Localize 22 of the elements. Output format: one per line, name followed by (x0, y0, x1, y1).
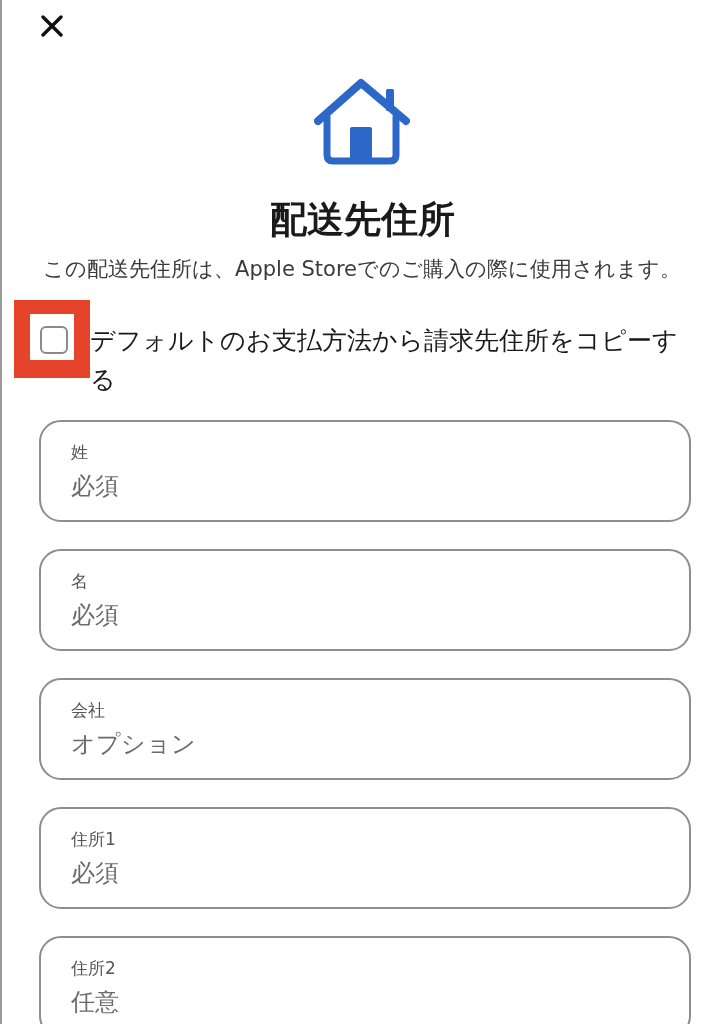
text-field[interactable]: 名 必須 (39, 549, 691, 651)
field-input[interactable]: 必須 (71, 470, 659, 502)
text-field[interactable]: 住所2 任意 (39, 936, 691, 1024)
field-label: 住所2 (71, 957, 116, 979)
field-input[interactable]: 必須 (71, 599, 659, 631)
checkbox-label: デフォルトのお支払方法から請求先住所をコピーする (90, 325, 679, 396)
text-field[interactable]: 住所1 必須 (39, 807, 691, 909)
description-text: この配送先住所は、Apple Storeでのご購入の際に使用されます。 (43, 256, 681, 283)
field-input[interactable]: 任意 (71, 986, 659, 1018)
close-button[interactable] (39, 13, 65, 39)
close-icon (41, 15, 63, 37)
field-input[interactable]: 必須 (71, 857, 659, 889)
house-icon (314, 77, 410, 167)
field-input[interactable]: オプション (71, 728, 659, 760)
text-field[interactable]: 姓 必須 (39, 420, 691, 522)
field-label: 会社 (71, 699, 105, 721)
text-field[interactable]: 会社 オプション (39, 678, 691, 780)
field-label: 姓 (71, 441, 88, 463)
field-label: 名 (71, 570, 88, 592)
copy-address-checkbox[interactable] (40, 326, 68, 354)
page-title: 配送先住所 (269, 197, 455, 243)
field-label: 住所1 (71, 828, 116, 850)
